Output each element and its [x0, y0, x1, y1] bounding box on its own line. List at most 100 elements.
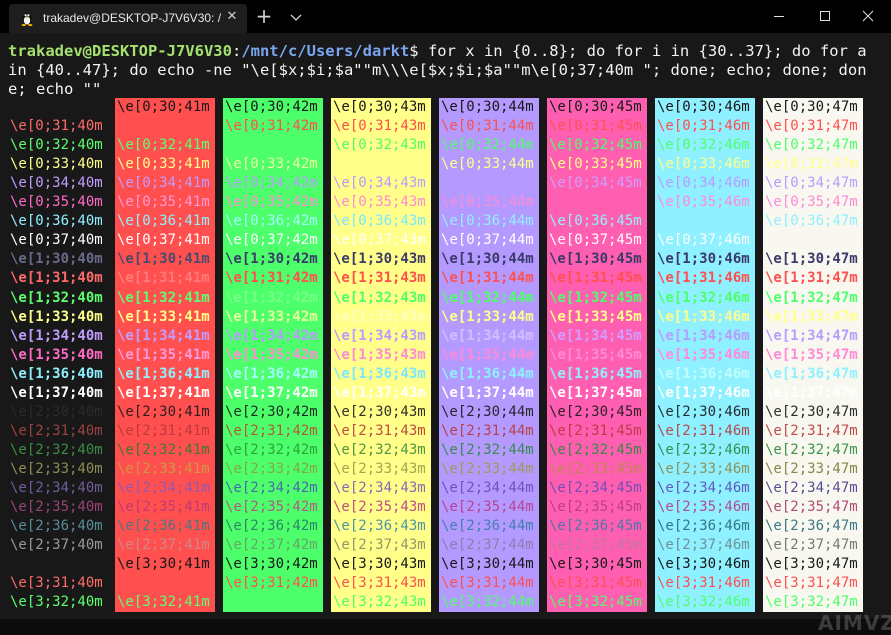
color-code-row: \e[2;32;46m	[657, 441, 750, 458]
color-code-row: \e[1;37;43m	[333, 384, 426, 401]
color-code-row: \e[1;30;46m	[657, 251, 750, 268]
color-code-row: \e[1;34;45m	[549, 327, 642, 344]
color-code-row: \e[2;35;46m	[657, 499, 750, 516]
color-code-row: \e[2;37;42m	[225, 537, 318, 554]
tab-close-icon[interactable]: ✕	[223, 8, 241, 26]
color-code-row: \e[0;31;45m	[549, 118, 642, 135]
color-code-row	[223, 593, 323, 612]
color-code-row: \e[1;31;43m	[333, 270, 426, 287]
color-code-row: \e[2;37;47m	[765, 537, 858, 554]
color-code-row: \e[2;31;43m	[333, 422, 426, 439]
color-code-row: \e[0;30;41m	[117, 99, 210, 115]
color-code-row: \e[2;35;42m	[225, 499, 318, 516]
new-tab-button[interactable]: +	[252, 6, 276, 28]
maximize-button[interactable]	[802, 0, 848, 33]
color-code-row: \e[2;32;41m	[117, 441, 210, 458]
color-code-row: \e[2;33;40m	[10, 460, 103, 477]
color-code-row: \e[0;36;44m	[441, 213, 534, 230]
color-code-row: \e[2;31;40m	[10, 422, 103, 439]
color-code-row: \e[1;34;46m	[657, 327, 750, 344]
color-code-row: \e[1;35;46m	[657, 346, 750, 363]
color-code-row: \e[0;32;44m	[441, 137, 534, 154]
color-code-row: \e[3;31;42m	[225, 575, 318, 592]
color-code-row: \e[0;31;42m	[225, 118, 318, 135]
color-code-row: \e[0;36;41m	[117, 213, 210, 230]
color-code-row: \e[2;34;43m	[333, 480, 426, 496]
color-code-row: \e[1;32;47m	[765, 289, 858, 306]
color-code-row: \e[0;33;42m	[225, 156, 318, 173]
color-code-row: \e[1;31;41m	[117, 270, 210, 287]
color-code-row: \e[1;31;47m	[765, 270, 858, 287]
color-code-row: \e[1;32;41m	[117, 289, 210, 306]
color-code-row: \e[0;37;46m	[657, 232, 750, 249]
color-code-row: \e[3;32;45m	[549, 594, 642, 611]
color-code-row: \e[1;37;47m	[765, 384, 858, 401]
color-code-row: \e[2;33;47m	[765, 460, 858, 477]
color-code-row: \e[2;34;42m	[225, 480, 318, 496]
color-code-row: \e[1;33;47m	[765, 308, 858, 325]
color-code-row: \e[1;36;44m	[441, 365, 534, 382]
color-code-row: \e[0;34;43m	[333, 175, 426, 192]
color-code-row: \e[2;36;43m	[333, 518, 426, 535]
color-code-row: \e[0;35;46m	[657, 194, 750, 211]
color-code-row: \e[0;33;47m	[765, 156, 858, 173]
color-code-row: \e[3;32;47m	[765, 594, 858, 611]
color-code-row: \e[0;37;41m	[117, 232, 210, 249]
color-code-row: \e[0;37;42m	[225, 232, 318, 249]
chevron-down-icon[interactable]	[284, 7, 308, 29]
color-code-row: \e[0;35;43m	[333, 194, 426, 211]
prompt-path: /mnt/c/Users/darkt	[241, 42, 410, 60]
color-code-row: \e[1;33;46m	[657, 308, 750, 325]
color-code-row: \e[0;36;40m	[10, 213, 103, 230]
terminal-tab[interactable]: trakadev@DESKTOP-J7V6V30: / ✕	[9, 4, 247, 33]
color-code-row: \e[0;36;43m	[333, 213, 426, 230]
color-code-row	[8, 555, 108, 574]
color-code-row: \e[2;32;44m	[441, 441, 534, 458]
color-code-row: \e[0;31;40m	[10, 118, 103, 135]
color-code-row: \e[0;33;44m	[441, 156, 534, 173]
color-code-row: \e[1;33;44m	[441, 308, 534, 325]
color-code-row: \e[3;30;44m	[441, 556, 534, 573]
color-code-row: \e[0;32;40m	[10, 137, 103, 154]
color-code-row: \e[0;32;47m	[765, 137, 858, 154]
color-code-row: \e[2;31;46m	[657, 422, 750, 439]
color-code-row: \e[1;36;45m	[549, 365, 642, 382]
color-code-row: \e[0;34;46m	[657, 175, 750, 192]
color-code-row: \e[3;30;41m	[117, 556, 210, 573]
color-code-row: \e[0;33;46m	[657, 156, 750, 173]
terminal-content[interactable]: trakadev@DESKTOP-J7V6V30:/mnt/c/Users/da…	[0, 33, 891, 635]
color-code-row: \e[2;30;43m	[333, 403, 426, 420]
color-code-row: \e[2;36;40m	[10, 518, 103, 535]
color-code-row: \e[2;32;45m	[549, 441, 642, 458]
color-code-row	[547, 193, 647, 212]
color-code-row: \e[1;30;42m	[225, 251, 318, 268]
color-code-row	[331, 155, 431, 174]
color-code-row: \e[2;33;42m	[225, 460, 318, 477]
color-code-row: \e[1;30;47m	[765, 251, 858, 268]
color-code-row: \e[2;33;45m	[549, 460, 642, 477]
color-code-row: \e[2;30;47m	[765, 403, 858, 420]
color-code-row: \e[2;33;46m	[657, 460, 750, 477]
color-code-row: \e[2;34;41m	[117, 480, 210, 496]
minimize-button[interactable]	[756, 0, 802, 33]
watermark: AIMVZ	[818, 611, 891, 635]
color-code-row: \e[3;30;46m	[657, 556, 750, 573]
command-line: trakadev@DESKTOP-J7V6V30:/mnt/c/Users/da…	[8, 42, 878, 100]
color-code-row: \e[0;34;42m	[225, 175, 318, 192]
color-code-row: \e[0;31;47m	[765, 118, 858, 135]
color-code-row: \e[0;30;42m	[225, 99, 318, 115]
color-code-row: \e[0;35;44m	[441, 194, 534, 211]
color-column-43: \e[0;30;43m \e[0;31;43m \e[0;32;43m \e[0;34…	[331, 98, 431, 612]
color-code-row: \e[1;33;43m	[333, 308, 426, 325]
color-column-41: \e[0;30;41m \e[0;32;41m \e[0;33;41m \e[0;34…	[115, 98, 215, 612]
close-window-button[interactable]	[845, 0, 891, 33]
color-code-row: \e[1;35;44m	[441, 346, 534, 363]
prompt-symbol: $	[409, 42, 428, 60]
color-code-row: \e[3;32;43m	[333, 594, 426, 611]
color-code-row: \e[2;32;40m	[10, 441, 103, 458]
color-code-row: \e[1;35;45m	[549, 346, 642, 363]
color-code-row: \e[3;30;45m	[549, 556, 642, 573]
color-code-row: \e[0;35;40m	[10, 194, 103, 211]
prompt-user: trakadev@DESKTOP-J7V6V30	[8, 42, 232, 60]
color-code-row: \e[1;30;40m	[10, 251, 103, 268]
